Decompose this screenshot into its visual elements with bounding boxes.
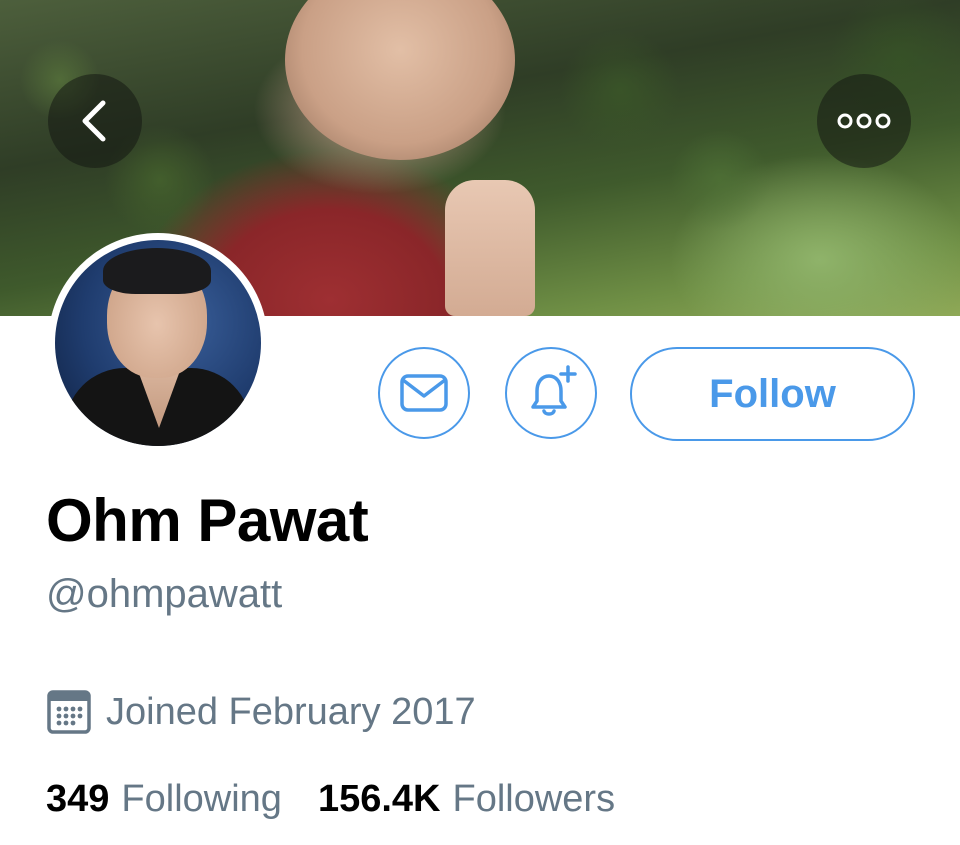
calendar-icon	[47, 690, 91, 734]
following-label: Following	[121, 778, 282, 820]
joined-date: Joined February 2017	[46, 688, 476, 736]
notifications-button[interactable]	[505, 347, 597, 439]
following-link[interactable]: 349 Following	[46, 778, 282, 821]
joined-text: Joined February 2017	[106, 690, 476, 733]
avatar[interactable]	[48, 233, 268, 453]
back-button[interactable]	[48, 74, 142, 168]
display-name: Ohm Pawat	[46, 487, 369, 554]
message-button[interactable]	[378, 347, 470, 439]
follow-button[interactable]: Follow	[630, 347, 915, 441]
chevron-left-icon	[82, 100, 106, 142]
mail-icon	[400, 374, 448, 412]
bell-plus-icon	[531, 365, 577, 416]
followers-count: 156.4K	[317, 778, 441, 820]
more-options-button[interactable]	[817, 74, 911, 168]
followers-link[interactable]: 156.4K Followers	[318, 778, 615, 821]
profile-stats: 349 Following 156.4K Followers	[46, 778, 615, 821]
avatar-hair	[103, 248, 211, 294]
avatar-photo	[55, 240, 261, 446]
following-count: 349	[46, 778, 110, 820]
banner-peace-sign-hand	[445, 180, 535, 316]
followers-label: Followers	[452, 778, 616, 820]
user-handle: @ohmpawatt	[46, 572, 283, 616]
more-horizontal-icon	[837, 113, 891, 129]
